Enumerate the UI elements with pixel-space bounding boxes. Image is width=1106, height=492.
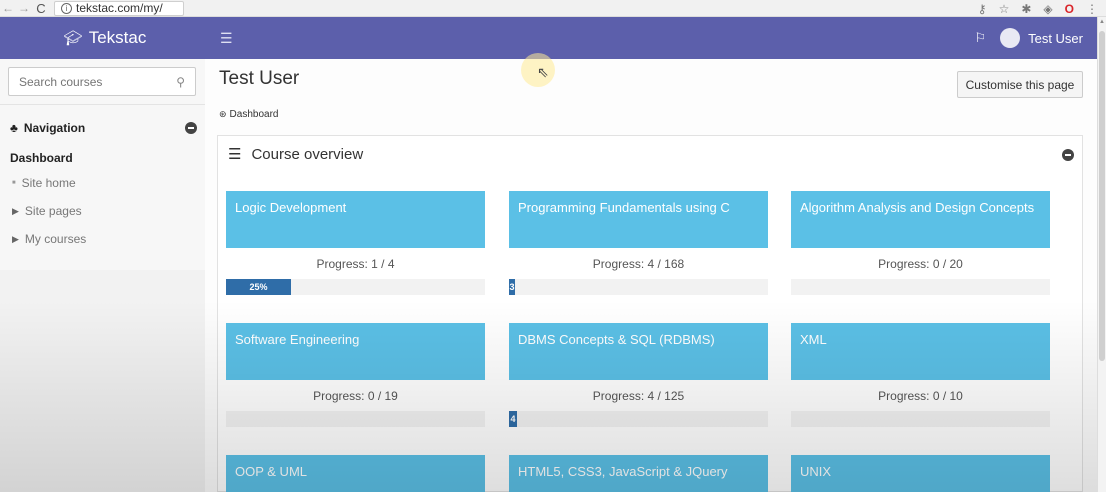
progress-bar: 25%: [226, 279, 485, 295]
sidebar: ⚲ ♣ Navigation Dashboard ■ Site home ▶ S…: [0, 59, 205, 492]
expand-triangle-icon: ▶: [12, 233, 19, 244]
page-title: Test User: [219, 68, 300, 89]
course-tile[interactable]: DBMS Concepts & SQL (RDBMS): [509, 323, 768, 380]
search-box[interactable]: ⚲: [8, 67, 196, 96]
progress-bar-fill: 25%: [226, 279, 291, 295]
nav-site-home[interactable]: ■ Site home: [0, 169, 205, 197]
progress-bar: 3: [509, 279, 768, 295]
address-bar[interactable]: i tekstac.com/my/: [54, 0, 184, 16]
nav-my-courses[interactable]: ▶ My courses: [0, 225, 205, 253]
customise-page-button[interactable]: Customise this page: [957, 71, 1083, 98]
brand-link[interactable]: 🎓︎ Tekstac: [0, 28, 210, 48]
url-text: tekstac.com/my/: [76, 1, 163, 15]
progress-label: Progress: 4 / 168: [592, 257, 685, 271]
extension-icon[interactable]: ✱: [1021, 2, 1031, 16]
opera-icon[interactable]: O: [1065, 2, 1074, 16]
breadcrumb-dashboard[interactable]: Dashboard: [230, 109, 279, 120]
main-content: Test User ⇖ Customise this page ⊛ Dashbo…: [205, 53, 1097, 492]
back-arrow-icon[interactable]: ←: [0, 1, 16, 15]
list-icon: ☰: [228, 146, 242, 163]
progress-bar-fill: 3: [509, 279, 515, 295]
course-card: UNIX: [791, 455, 1050, 492]
nav-item-label: Site home: [21, 176, 76, 190]
course-card: Logic Development Progress: 1 / 4 25%: [226, 191, 485, 295]
course-card: Algorithm Analysis and Design Concepts Pr…: [791, 191, 1050, 295]
browser-toolbar: ← → C i tekstac.com/my/ ⚷ ☆ ✱ ◈ O ⋮: [0, 0, 1106, 17]
course-card: Programming Fundamentals using C Progress…: [509, 191, 768, 295]
info-icon[interactable]: i: [61, 2, 72, 14]
avatar: [1000, 28, 1021, 48]
site-header: 🎓︎ Tekstac ☰ ⚐ Test User: [0, 17, 1097, 59]
progress-bar: [791, 411, 1050, 427]
dashboard-icon: ⊛: [219, 109, 227, 119]
navigation-header: ♣ Navigation: [0, 105, 205, 139]
course-card: OOP & UML: [226, 455, 485, 492]
course-tile[interactable]: XML: [791, 323, 1050, 380]
bookmark-star-icon[interactable]: ☆: [999, 2, 1010, 16]
navigation-block: ♣ Navigation Dashboard ■ Site home ▶ Sit…: [0, 105, 205, 270]
course-tile[interactable]: HTML5, CSS3, JavaScript & JQuery: [509, 455, 768, 492]
course-card: Software Engineering Progress: 0 / 19: [226, 323, 485, 427]
block-title: Course overview: [251, 145, 364, 163]
navigation-title: ♣ Navigation: [10, 121, 85, 135]
reload-icon[interactable]: C: [32, 1, 50, 16]
scroll-up-icon[interactable]: ▲: [1099, 19, 1105, 25]
forward-arrow-icon[interactable]: →: [16, 1, 32, 15]
course-tile[interactable]: UNIX: [791, 455, 1050, 492]
bullet-icon: ■: [12, 180, 16, 186]
progress-label: Progress: 0 / 19: [313, 389, 398, 403]
search-block: ⚲: [0, 59, 205, 105]
key-icon[interactable]: ⚷: [978, 2, 987, 16]
nav-item-label: My courses: [24, 232, 87, 246]
course-overview-block: ☰ Course overview Logic Development Progr…: [217, 135, 1083, 492]
browser-extensions: ⚷ ☆ ✱ ◈ O ⋮: [978, 0, 1098, 17]
progress-bar: [226, 411, 485, 427]
search-icon[interactable]: ⚲: [176, 75, 185, 89]
course-tile[interactable]: Algorithm Analysis and Design Concepts: [791, 191, 1050, 248]
flag-icon[interactable]: ⚐: [974, 30, 986, 46]
header-actions: ⚐ Test User: [974, 17, 1083, 59]
nav-site-pages[interactable]: ▶ Site pages: [0, 197, 205, 225]
course-tile[interactable]: OOP & UML: [226, 455, 485, 492]
progress-label: Progress: 4 / 125: [592, 389, 685, 403]
navigation-title-text: Navigation: [23, 121, 86, 135]
collapse-navigation-icon[interactable]: [185, 122, 197, 134]
progress-bar: [791, 279, 1050, 295]
course-card: DBMS Concepts & SQL (RDBMS) Progress: 4 /…: [509, 323, 768, 427]
collapse-block-icon[interactable]: [1062, 149, 1074, 161]
nav-dashboard[interactable]: Dashboard: [0, 139, 205, 169]
course-tile[interactable]: Programming Fundamentals using C: [509, 191, 768, 248]
shield-extension-icon[interactable]: ◈: [1043, 2, 1052, 16]
breadcrumb: ⊛ Dashboard: [219, 109, 278, 120]
nav-item-label: Site pages: [24, 204, 82, 218]
expand-triangle-icon: ▶: [12, 205, 19, 216]
scroll-thumb[interactable]: [1099, 31, 1105, 361]
progress-bar-fill: 4: [509, 411, 517, 427]
menu-toggle-icon[interactable]: ☰: [220, 30, 233, 47]
progress-label: Progress: 0 / 10: [878, 389, 963, 403]
page-scrollbar[interactable]: ▲: [1097, 17, 1106, 492]
brand-name: Tekstac: [88, 28, 147, 47]
progress-bar: 4: [509, 411, 768, 427]
course-tile[interactable]: Software Engineering: [226, 323, 485, 380]
browser-menu-icon[interactable]: ⋮: [1086, 2, 1098, 16]
course-card: XML Progress: 0 / 10: [791, 323, 1050, 427]
block-header: ☰ Course overview: [228, 145, 364, 164]
course-tile[interactable]: Logic Development: [226, 191, 485, 248]
progress-label: Progress: 0 / 20: [878, 257, 963, 271]
course-card: HTML5, CSS3, JavaScript & JQuery: [509, 455, 768, 492]
user-name: Test User: [1028, 30, 1083, 46]
progress-label: Progress: 1 / 4: [316, 257, 395, 271]
graduation-cap-icon: 🎓︎: [63, 30, 83, 47]
search-input[interactable]: [19, 74, 159, 89]
sitemap-icon: ♣: [10, 121, 18, 135]
mouse-pointer-icon: ⇖: [537, 64, 549, 80]
user-menu[interactable]: Test User: [1000, 28, 1083, 48]
